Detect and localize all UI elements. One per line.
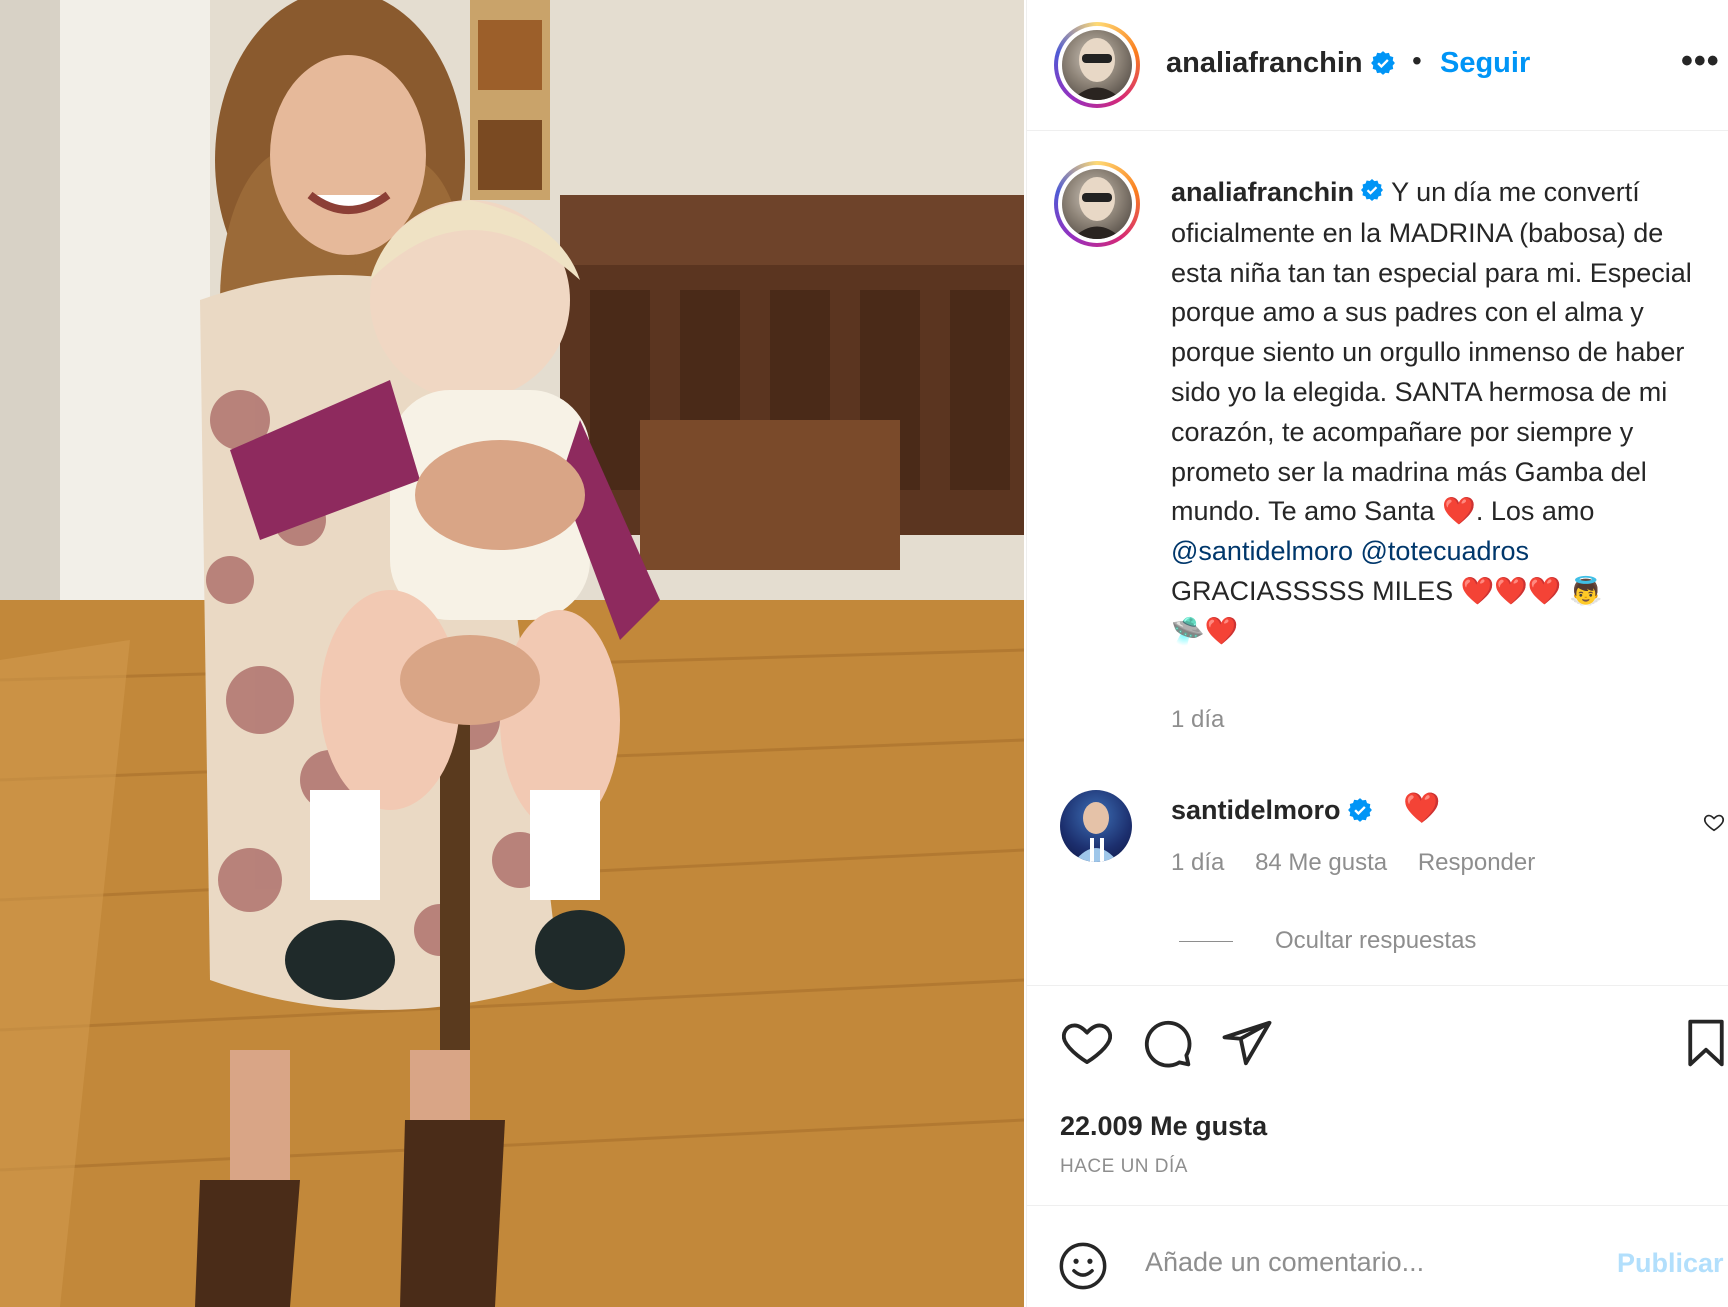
more-icon[interactable]: ••• [1681,42,1720,81]
comment-icon[interactable] [1140,1016,1194,1075]
caption-closing: GRACIASSSSS MILES [1171,575,1461,606]
post-header: analiafranchin • Seguir ••• [1027,0,1728,131]
likes-count[interactable]: 22.009 Me gusta [1060,1111,1267,1142]
follow-button[interactable]: Seguir [1440,47,1530,80]
caption-hearts: ❤️❤️❤️ [1460,575,1569,606]
caption-emoji-2: 🛸❤️ [1171,615,1239,646]
save-icon[interactable] [1679,1016,1728,1075]
comment-input[interactable] [1145,1236,1565,1288]
replies-divider [1179,940,1233,942]
caption-body: Y un día me convertí oficialmente en la … [1171,177,1700,527]
share-icon[interactable] [1220,1016,1274,1075]
author-username[interactable]: analiafranchin [1166,47,1363,80]
author-avatar[interactable] [1054,22,1140,108]
separator-dot: • [1412,45,1422,76]
post-photo[interactable] [0,0,1024,1307]
verified-badge-icon [1347,797,1373,828]
emoji-icon[interactable] [1057,1240,1109,1297]
post-date[interactable]: HACE UN DÍA [1060,1156,1188,1178]
comment-item: santidelmoro ❤️ 1 día 84 Me gusta Respon… [1027,785,1728,985]
caption-username[interactable]: analiafranchin [1171,177,1354,207]
verified-badge-icon [1360,174,1384,214]
reply-button[interactable]: Responder [1418,849,1535,876]
commenter-avatar[interactable] [1060,790,1132,862]
add-comment-bar: Publicar [1027,1205,1728,1307]
comment-meta: 1 día 84 Me gusta Responder [1171,849,1559,877]
hide-replies-label: Ocultar respuestas [1275,927,1477,954]
comment-like-icon[interactable] [1703,811,1725,838]
caption-timestamp[interactable]: 1 día [1171,706,1224,734]
commenter-username[interactable]: santidelmoro [1171,795,1341,826]
mention-link[interactable]: @totecuadros [1361,536,1530,566]
caption-body-2: . Los amo [1475,496,1602,527]
post-sidebar: analiafranchin • Seguir ••• analiafranch… [1026,0,1728,1307]
comment-timestamp: 1 día [1171,849,1225,876]
publish-button[interactable]: Publicar [1617,1248,1724,1279]
verified-badge-icon [1370,50,1396,81]
caption-heart: ❤️ [1442,496,1476,527]
caption-avatar[interactable] [1054,161,1140,247]
like-icon[interactable] [1060,1016,1114,1075]
caption-emoji: 👼 [1568,575,1603,606]
caption-text: analiafranchin Y un día me convertí ofic… [1171,173,1711,652]
comment-likes-count[interactable]: 84 Me gusta [1255,849,1387,876]
mention-link[interactable]: @santidelmoro [1171,536,1353,566]
hide-replies-button[interactable]: Ocultar respuestas [1179,927,1476,955]
comment-text: ❤️ [1403,792,1441,825]
photo-scene [0,0,1024,1307]
action-bar: 22.009 Me gusta HACE UN DÍA [1027,985,1728,1205]
